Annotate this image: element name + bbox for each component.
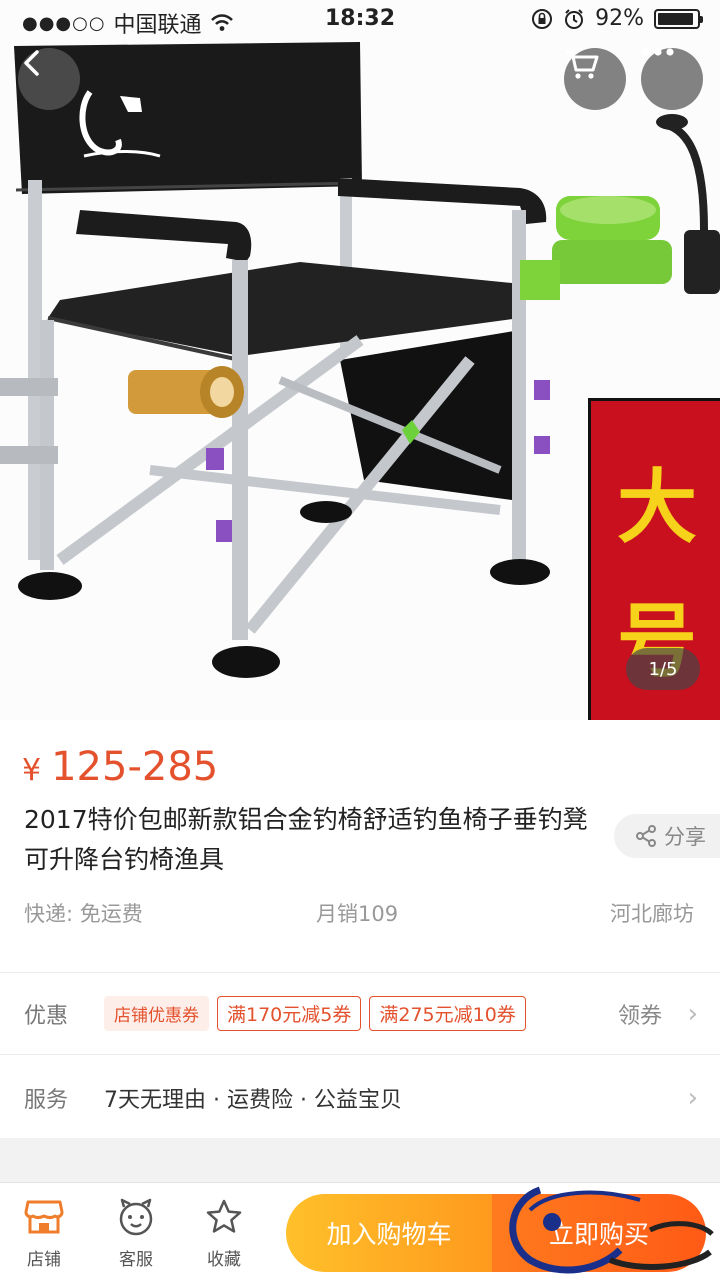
coupon-row[interactable]: 优惠 店铺优惠券 满170元减5券 满275元减10券 领券 › (0, 973, 720, 1055)
ship-from-location: 河北廊坊 (610, 902, 694, 926)
chevron-right-icon: › (687, 998, 698, 1029)
status-bar: ●●●○○ 中国联通 18:32 92% (0, 0, 720, 40)
back-icon (24, 50, 39, 76)
customer-service-label: 客服 (119, 1250, 153, 1270)
favorite-button[interactable]: 收藏 (184, 1195, 264, 1270)
claim-coupon-link[interactable]: 领券 (618, 998, 662, 1030)
battery-icon (654, 8, 703, 29)
star-icon (206, 1199, 242, 1233)
more-icon (642, 48, 674, 56)
cta-group: 加入购物车 立即购买 (286, 1194, 706, 1272)
chevron-right-icon: › (687, 1083, 698, 1113)
customer-service-button[interactable]: 客服 (96, 1195, 176, 1270)
size-char-1: 大 (617, 460, 697, 554)
service-row[interactable]: 服务 7天无理由 · 运费险 · 公益宝贝 › (0, 1057, 720, 1139)
buy-now-button[interactable]: 立即购买 (492, 1194, 706, 1272)
bottom-action-bar: 店铺 客服 收藏 加入购物车 立即购买 (0, 1182, 720, 1280)
store-button[interactable]: 店铺 (4, 1195, 84, 1270)
product-title: 2017特价包邮新款铝合金钓椅舒适钓鱼椅子垂钓凳可升降台钓椅渔具 (24, 805, 588, 874)
price-range: 125-285 (51, 744, 219, 790)
promotion-label: 优惠 (24, 1003, 69, 1029)
store-coupon-tag: 店铺优惠券 (104, 996, 209, 1031)
coupon-tags: 店铺优惠券 满170元减5券 满275元减10券 (104, 996, 526, 1031)
battery-percent: 92% (595, 6, 644, 31)
promotions-panel: 优惠 店铺优惠券 满170元减5券 满275元减10券 领券 › 服务 7天无理… (0, 972, 720, 1138)
shipping-info: 快递: 免运费 (24, 902, 143, 926)
price: ¥ 125-285 (22, 744, 218, 790)
add-to-cart-button[interactable]: 加入购物车 (286, 1194, 492, 1272)
store-label: 店铺 (27, 1250, 61, 1270)
gallery-counter: 1/5 (626, 648, 700, 690)
share-button[interactable]: 分享 (614, 814, 720, 858)
customer-service-icon (119, 1198, 153, 1236)
store-icon (24, 1200, 64, 1234)
more-button[interactable] (641, 48, 703, 110)
meta-row: 快递: 免运费 月销109 河北廊坊 (0, 898, 720, 938)
alarm-icon (565, 8, 584, 29)
product-info: ¥ 125-285 2017特价包邮新款铝合金钓椅舒适钓鱼椅子垂钓凳可升降台钓椅… (0, 720, 720, 972)
share-icon (636, 825, 656, 847)
cart-button[interactable] (564, 48, 626, 110)
share-label: 分享 (664, 825, 706, 849)
back-button[interactable] (18, 48, 80, 110)
service-label: 服务 (24, 1088, 69, 1113)
monthly-sales: 月销109 (316, 902, 399, 926)
service-guarantees: 7天无理由 · 运费险 · 公益宝贝 (104, 1088, 402, 1113)
coupon-tag[interactable]: 满170元减5券 (217, 996, 362, 1031)
rotation-lock-icon (532, 8, 553, 29)
currency-symbol: ¥ (22, 753, 42, 788)
product-gallery[interactable]: 大 号 1/5 (0, 0, 720, 720)
cart-icon (566, 50, 599, 79)
favorite-label: 收藏 (207, 1250, 241, 1270)
product-page: 大 号 1/5 ●●●○○ 中国联通 18:32 92% ¥ 125-285 2… (0, 0, 720, 1280)
coupon-tag[interactable]: 满275元减10券 (369, 996, 526, 1031)
